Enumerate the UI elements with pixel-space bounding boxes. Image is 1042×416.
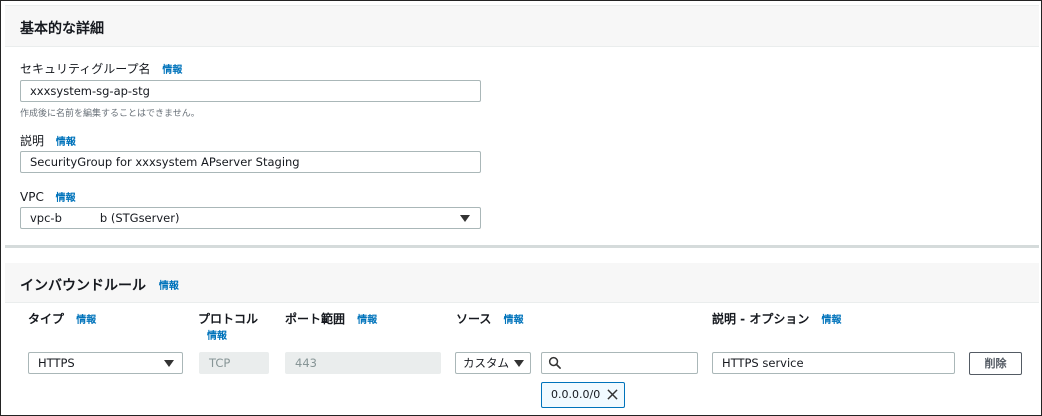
- window-frame: 基本的な詳細 セキュリティグループ名 情報 xxxsystem-sg-ap-st…: [0, 0, 1042, 416]
- description-input[interactable]: SecurityGroup for xxxsystem APserver Sta…: [20, 151, 481, 173]
- vpc-value-prefix: vpc-b: [30, 211, 62, 225]
- description-info-link[interactable]: 情報: [56, 137, 76, 148]
- caret-down-icon: [514, 360, 524, 367]
- rule-source-type-select[interactable]: カスタム: [455, 352, 531, 374]
- vpc-value-suffix: b (STGserver): [99, 211, 180, 225]
- sg-name-input[interactable]: xxxsystem-sg-ap-stg: [20, 80, 481, 102]
- section-divider: [5, 245, 1039, 248]
- source-cidr-token: 0.0.0.0/0: [541, 382, 625, 408]
- description-label: 説明: [20, 134, 45, 148]
- source-cidr-value: 0.0.0.0/0: [551, 388, 601, 401]
- col-type-label: タイプ: [28, 312, 65, 326]
- vpc-info-link[interactable]: 情報: [56, 193, 76, 204]
- caret-down-icon: [164, 360, 174, 367]
- inbound-rules-info-link[interactable]: 情報: [159, 281, 179, 292]
- rule-protocol-field: TCP: [199, 352, 269, 374]
- inbound-rules-title-row: インバウンドルール 情報: [20, 275, 179, 295]
- col-source-info-link[interactable]: 情報: [504, 315, 524, 326]
- col-port-info-link[interactable]: 情報: [357, 315, 377, 326]
- col-description-label: 説明 - オプション: [712, 312, 810, 326]
- col-protocol-info-link[interactable]: 情報: [207, 327, 227, 342]
- sg-name-label-row: セキュリティグループ名 情報: [20, 60, 182, 77]
- rule-port-range-field: 443: [285, 352, 441, 374]
- sg-name-info-link[interactable]: 情報: [162, 65, 182, 76]
- inbound-rules-header: インバウンドルール 情報: [5, 263, 1039, 303]
- close-icon[interactable]: [607, 389, 618, 400]
- col-port-row: ポート範囲 情報: [285, 310, 377, 327]
- basic-details-title: 基本的な詳細: [20, 21, 104, 37]
- rule-description-input[interactable]: HTTPS service: [712, 352, 955, 374]
- rule-source-search-input[interactable]: [541, 352, 698, 374]
- rule-source-type-value: カスタム: [463, 356, 509, 370]
- col-source-row: ソース 情報: [456, 310, 524, 327]
- col-description-row: 説明 - オプション 情報: [712, 310, 842, 327]
- rule-type-value: HTTPS: [38, 356, 75, 370]
- search-icon: [548, 356, 561, 369]
- description-label-row: 説明 情報: [20, 132, 76, 149]
- sg-name-hint: 作成後に名前を編集することはできません。: [20, 109, 200, 119]
- vpc-select[interactable]: vpc-b b (STGserver): [20, 207, 481, 229]
- col-protocol-label: プロトコル: [198, 312, 259, 326]
- vpc-label-row: VPC 情報: [20, 189, 76, 204]
- rule-type-select[interactable]: HTTPS: [28, 352, 183, 374]
- delete-rule-button[interactable]: 削除: [969, 352, 1022, 375]
- col-type-info-link[interactable]: 情報: [76, 315, 96, 326]
- caret-down-icon: [460, 215, 470, 222]
- vpc-label: VPC: [20, 190, 44, 204]
- col-port-label: ポート範囲: [285, 312, 346, 326]
- col-description-info-link[interactable]: 情報: [822, 315, 842, 326]
- col-source-label: ソース: [456, 312, 492, 326]
- col-type-row: タイプ 情報: [28, 310, 96, 327]
- inbound-rules-title: インバウンドルール: [20, 278, 146, 294]
- basic-details-header: 基本的な詳細: [5, 5, 1039, 47]
- sg-name-label: セキュリティグループ名: [20, 62, 151, 76]
